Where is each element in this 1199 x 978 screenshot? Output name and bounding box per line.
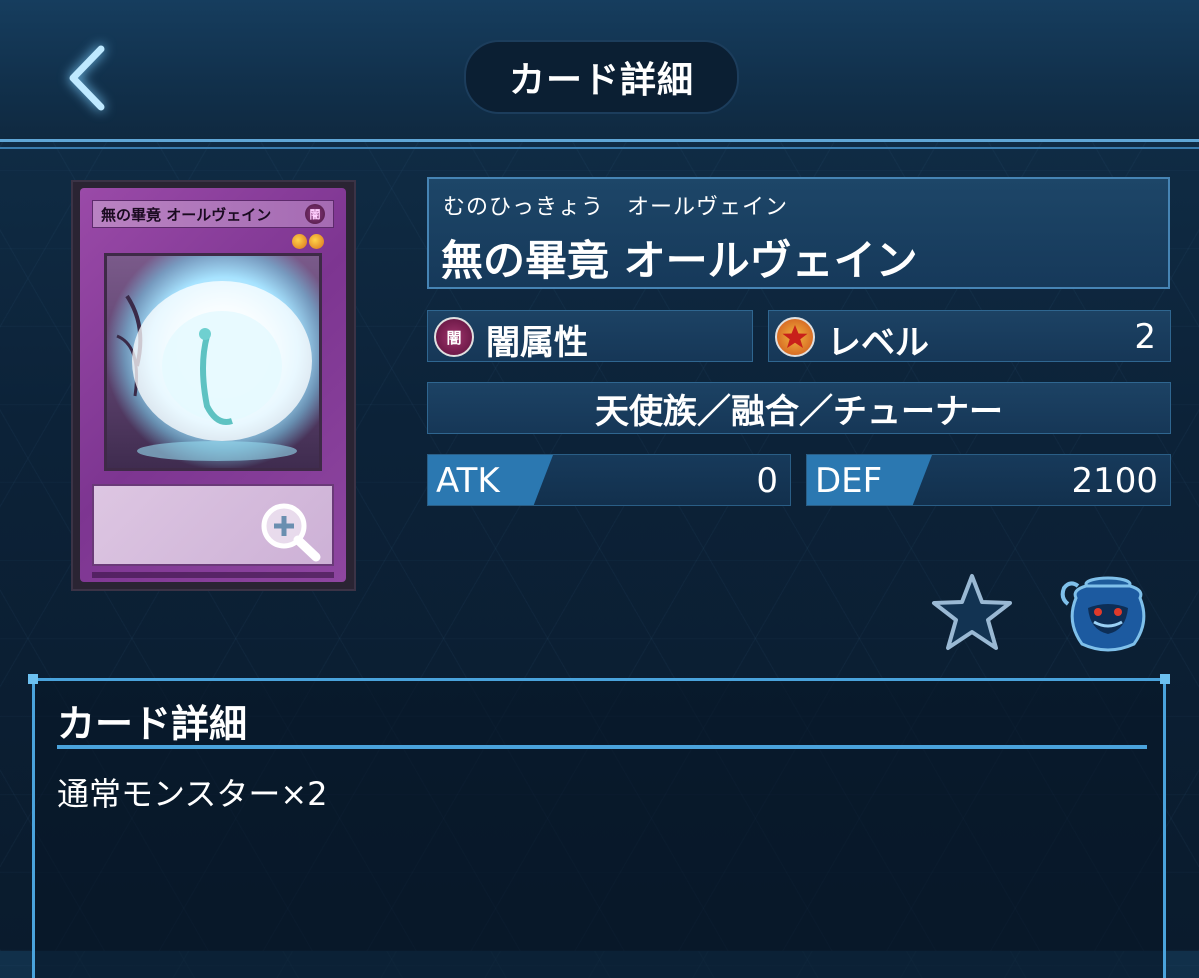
card-image-attribute-icon: 闇 xyxy=(305,204,325,224)
panel-corner xyxy=(28,674,38,684)
def-value: 2100 xyxy=(1071,461,1158,501)
atk-label: ATK xyxy=(436,461,500,501)
card-image-text-box xyxy=(92,484,334,566)
type-line-box: 天使族／融合／チューナー xyxy=(427,382,1171,434)
level-star-icon xyxy=(775,317,815,357)
card-image-footer xyxy=(92,572,334,578)
zoom-button[interactable] xyxy=(258,500,322,566)
page-title: カード詳細 xyxy=(464,40,739,114)
card-detail-panel: カード詳細 通常モンスター×2 xyxy=(28,674,1170,978)
top-header: カード詳細 xyxy=(0,0,1199,140)
favorite-button[interactable] xyxy=(930,572,1014,652)
level-star-icon xyxy=(309,234,324,249)
card-effect-text: 通常モンスター×2 xyxy=(57,775,328,813)
card-image-name-text: 無の畢竟 オールヴェイン xyxy=(101,205,272,224)
dark-attribute-icon: 闇 xyxy=(434,317,474,357)
card-image-name: 無の畢竟 オールヴェイン 闇 xyxy=(92,200,334,228)
level-star-icon xyxy=(292,234,307,249)
zoom-in-icon xyxy=(261,503,321,562)
chevron-left-icon xyxy=(69,45,105,111)
back-button[interactable] xyxy=(52,38,122,118)
level-label: レベル xyxy=(827,323,929,363)
atk-value: 0 xyxy=(756,461,778,501)
card-image[interactable]: 無の畢竟 オールヴェイン 闇 xyxy=(80,188,346,582)
header-divider-secondary xyxy=(0,147,1199,149)
card-name-reading: むのひっきょう オールヴェイン xyxy=(443,195,789,220)
atk-box: ATK 0 xyxy=(427,454,791,506)
def-box: DEF 2100 xyxy=(806,454,1171,506)
type-line: 天使族／融合／チューナー xyxy=(595,391,1003,432)
level-box: レベル 2 xyxy=(768,310,1171,363)
panel-corner xyxy=(1160,674,1170,684)
pot-button[interactable] xyxy=(1058,572,1154,656)
star-icon xyxy=(932,574,1012,650)
attribute-box: 闇 闇属性 xyxy=(427,310,753,363)
star-glyph-icon xyxy=(782,325,808,348)
card-name-panel: むのひっきょう オールヴェイン 無の畢竟 オールヴェイン xyxy=(427,177,1170,289)
def-label: DEF xyxy=(815,461,883,501)
attribute-label: 闇属性 xyxy=(486,323,588,363)
detail-heading: カード詳細 xyxy=(57,702,248,746)
card-image-level-stars xyxy=(292,234,324,249)
level-value: 2 xyxy=(1134,317,1156,357)
header-divider xyxy=(0,139,1199,142)
pot-of-greed-icon xyxy=(1060,576,1146,652)
card-name: 無の畢竟 オールヴェイン xyxy=(441,236,918,285)
card-artwork xyxy=(104,253,322,471)
white-peacock-artwork xyxy=(116,281,312,461)
detail-heading-rule xyxy=(57,745,1147,749)
